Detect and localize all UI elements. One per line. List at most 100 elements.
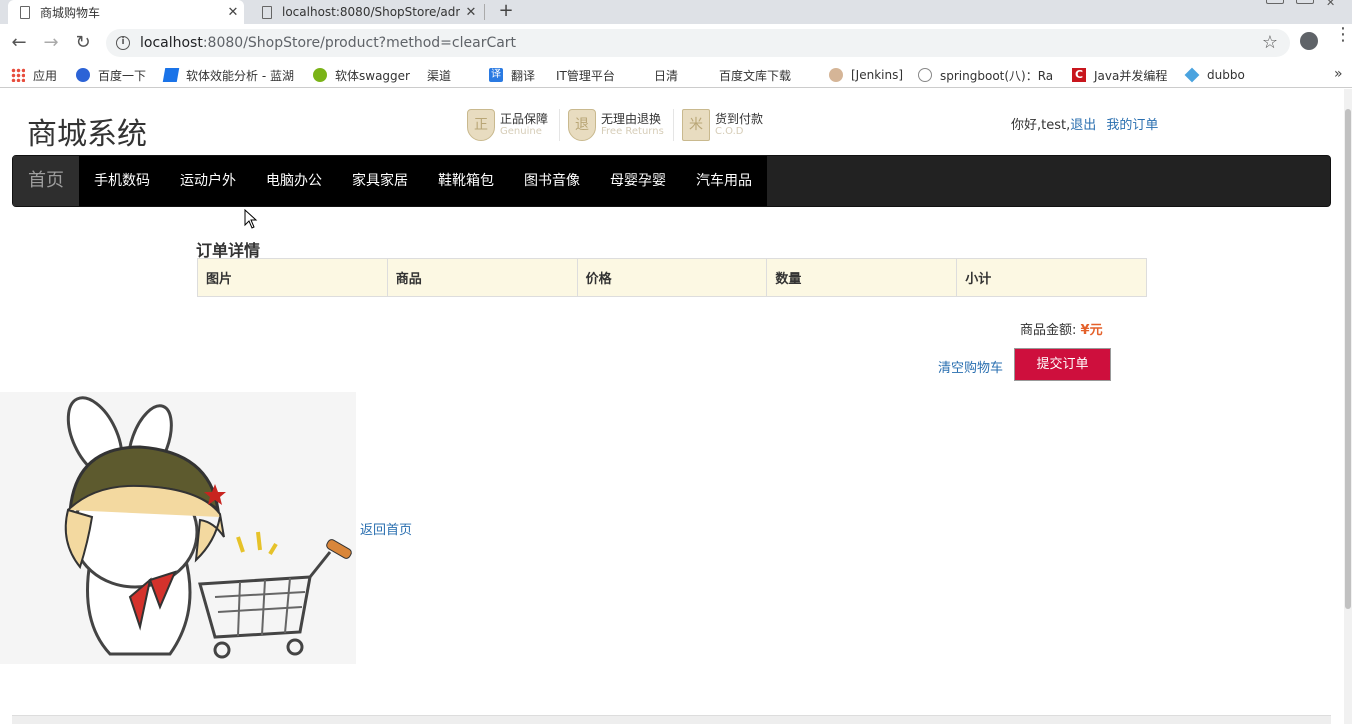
bookmark-channel[interactable]: 渠道 — [427, 66, 452, 168]
bookmark-label: 应用 — [33, 68, 58, 83]
lanhu-icon — [162, 68, 180, 82]
user-area: 你好,test,退出 我的订单 — [1011, 114, 1158, 133]
swagger-icon — [313, 68, 327, 82]
my-orders-link[interactable]: 我的订单 — [1106, 118, 1158, 133]
order-table: 图片 商品 价格 数量 小计 — [197, 258, 1147, 297]
nav-item-computers[interactable]: 电脑办公 — [266, 156, 322, 206]
back-home-link[interactable]: 返回首页 — [360, 519, 412, 538]
amount-label: 商品金额: — [1020, 323, 1077, 338]
new-tab-button[interactable]: + — [496, 0, 516, 24]
main-navbar: 首页 手机数码 运动户外 电脑办公 家具家居 鞋靴箱包 图书音像 母婴孕婴 汽车… — [12, 155, 1331, 207]
bookmark-label: 软体效能分析 - 蓝湖 — [186, 68, 294, 83]
logout-link[interactable]: 退出 — [1070, 118, 1096, 133]
tab-title: 商城购物车 — [40, 5, 101, 20]
bookmark-lanhu[interactable]: 软体效能分析 - 蓝湖 — [162, 66, 294, 84]
tab-divider — [484, 4, 485, 20]
browser-toolbar: ← → ↻ i localhost:8080/ShopStore/product… — [0, 24, 1352, 62]
kebab-menu-icon[interactable]: ⋮ — [1334, 26, 1352, 44]
star-bookmark-icon[interactable]: ☆ — [1262, 32, 1278, 53]
bookmark-label: IT管理平台 — [556, 68, 615, 83]
bookmark-riqing[interactable]: 日清 — [654, 66, 679, 168]
column-header-subtotal: 小计 — [956, 258, 1147, 297]
bookmark-label: [Jenkins] — [851, 68, 904, 82]
page-scrollbar[interactable] — [1344, 89, 1352, 724]
url-text[interactable]: localhost:8080/ShopStore/product?method=… — [140, 35, 516, 51]
nav-item-phones[interactable]: 手机数码 — [94, 156, 150, 206]
guarantee-en: C.O.D — [715, 126, 744, 137]
window-close-icon[interactable]: ✕ — [1326, 0, 1344, 9]
translate-icon: 译 — [489, 68, 503, 82]
url-path: :8080/ShopStore/product?method=clearCart — [202, 35, 517, 51]
bookmark-label: springboot(八)：Ra — [940, 68, 1054, 83]
nav-item-books[interactable]: 图书音像 — [524, 156, 580, 206]
shield-returns-icon: 退 — [568, 109, 596, 141]
address-bar[interactable]: i localhost:8080/ShopStore/product?metho… — [106, 29, 1290, 57]
minimize-icon[interactable] — [1266, 0, 1284, 4]
info-icon[interactable]: i — [116, 36, 130, 50]
nav-item-shoes-bags[interactable]: 鞋靴箱包 — [438, 156, 494, 206]
column-header-price: 价格 — [576, 258, 768, 297]
bookmark-label: 软体swagger — [335, 68, 410, 83]
bookmark-jenkins[interactable]: [Jenkins] — [829, 66, 903, 84]
close-icon[interactable]: ✕ — [222, 5, 244, 20]
nav-home[interactable]: 首页 — [13, 156, 79, 206]
guarantee-divider — [559, 109, 560, 141]
csdn-icon: C — [1072, 68, 1086, 82]
rabbit-shopping-cart-icon — [64, 396, 352, 659]
nav-item-auto[interactable]: 汽车用品 — [696, 156, 752, 206]
guarantee-divider — [673, 109, 674, 141]
bookmark-label: 渠道 — [427, 68, 452, 83]
tab-strip: 商城购物车 ✕ localhost:8080/ShopStore/adm ✕ +… — [0, 0, 1352, 24]
submit-order-button[interactable]: 提交订单 — [1014, 348, 1111, 381]
maximize-icon[interactable] — [1296, 0, 1314, 4]
site-title: 商城系统 — [27, 117, 147, 152]
scrollbar-thumb[interactable] — [1345, 109, 1351, 609]
bookmark-label: dubbo — [1207, 68, 1245, 82]
table-header-row: 图片 商品 价格 数量 小计 — [197, 258, 1147, 297]
gift-box-icon: 米 — [682, 109, 710, 141]
profile-avatar-icon[interactable] — [1300, 32, 1318, 50]
forward-arrow-icon[interactable]: → — [38, 30, 64, 56]
baidu-paw-icon — [76, 68, 90, 82]
nav-item-sports[interactable]: 运动户外 — [180, 156, 236, 206]
tab-shop-cart[interactable]: 商城购物车 ✕ — [8, 0, 244, 24]
nav-item-baby[interactable]: 母婴孕婴 — [610, 156, 666, 206]
bookmark-label: 百度文库下载 — [719, 68, 792, 83]
bookmark-swagger[interactable]: 软体swagger — [313, 66, 410, 84]
bookmark-label: 翻译 — [511, 68, 536, 83]
url-host: localhost — [140, 35, 203, 51]
jenkins-icon — [829, 68, 843, 82]
mouse-cursor-icon — [244, 209, 258, 229]
guarantee-cn: 正品保障 — [500, 112, 549, 126]
footer-edge — [12, 715, 1331, 724]
dubbo-icon — [1184, 67, 1200, 83]
bookmark-java-concurrency[interactable]: C Java并发编程 — [1072, 66, 1167, 84]
bookmark-it-platform[interactable]: IT管理平台 — [556, 66, 615, 168]
back-arrow-icon[interactable]: ← — [6, 30, 32, 56]
clear-cart-link[interactable]: 清空购物车 — [938, 357, 1003, 376]
bookmarks-overflow-icon[interactable]: » — [1334, 66, 1343, 82]
bookmark-label: 日清 — [654, 68, 679, 83]
reload-icon[interactable]: ↻ — [70, 30, 96, 56]
bookmark-label: 百度一下 — [98, 68, 147, 83]
bookmark-label: Java并发编程 — [1094, 68, 1168, 83]
nav-item-furniture[interactable]: 家具家居 — [352, 156, 408, 206]
tab-admin[interactable]: localhost:8080/ShopStore/adm ✕ — [250, 0, 482, 24]
guarantee-free-returns: 退 无理由退换 Free Returns — [568, 107, 664, 143]
guarantee-cn: 无理由退换 — [601, 112, 662, 126]
springboot-icon — [918, 68, 932, 82]
page-icon — [20, 5, 30, 19]
bookmark-dubbo[interactable]: dubbo — [1184, 66, 1245, 84]
bookmark-translate[interactable]: 译 翻译 — [489, 66, 535, 84]
guarantee-en: Free Returns — [601, 126, 664, 137]
guarantee-en: Genuine — [500, 126, 542, 137]
bookmark-wenku[interactable]: 百度文库下载 — [719, 66, 792, 168]
bookmark-apps[interactable]: 应用 — [11, 66, 57, 84]
tab-title: localhost:8080/ShopStore/adm — [282, 5, 460, 19]
bookmark-springboot[interactable]: springboot(八)：Ra — [918, 66, 1053, 84]
bookmark-baidu[interactable]: 百度一下 — [76, 66, 146, 84]
column-header-image: 图片 — [197, 258, 388, 297]
empty-cart-mascot-image — [0, 392, 356, 664]
close-icon[interactable]: ✕ — [460, 5, 482, 20]
guarantee-genuine: 正 正品保障 Genuine — [467, 107, 548, 143]
